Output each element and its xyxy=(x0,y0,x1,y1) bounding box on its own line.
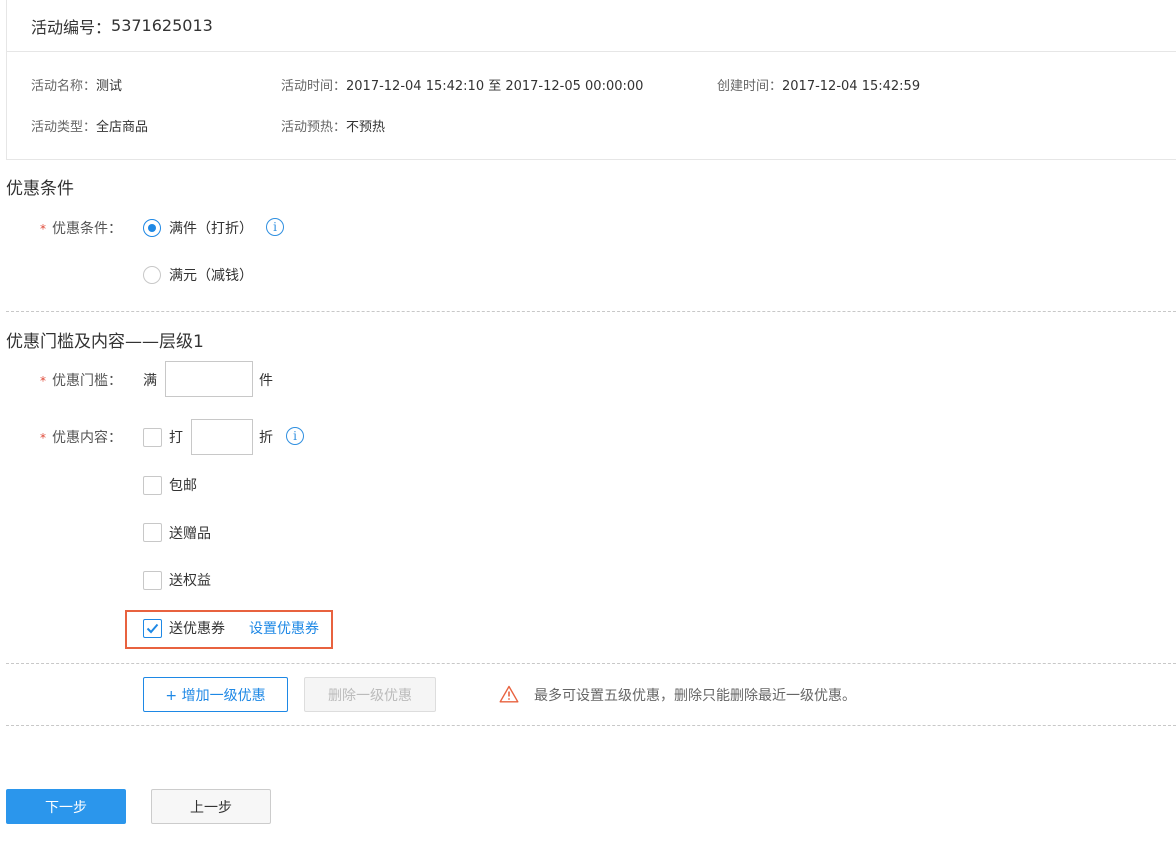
discount-input[interactable] xyxy=(191,419,253,455)
required-marker: * xyxy=(40,222,46,236)
conditions-section-title: 优惠条件 xyxy=(6,179,74,199)
radio-full-piece[interactable] xyxy=(143,219,161,237)
warning-icon xyxy=(499,685,519,703)
checkbox-discount[interactable] xyxy=(143,428,162,447)
required-marker: * xyxy=(40,374,46,388)
threshold-prefix: 满 xyxy=(143,373,157,389)
activity-preheat: 活动预热：不预热 xyxy=(281,120,386,135)
checkbox-free-shipping[interactable] xyxy=(143,476,162,495)
threshold-field-label: * 优惠门槛： xyxy=(40,373,122,389)
required-marker: * xyxy=(40,431,46,445)
activity-time-value: 2017-12-04 15:42:10 至 2017-12-05 00:00:0… xyxy=(346,79,644,94)
radio-full-piece-label[interactable]: 满件（打折） xyxy=(169,218,253,238)
prev-step-button[interactable]: 上一步 xyxy=(151,789,271,824)
next-step-button[interactable]: 下一步 xyxy=(6,789,126,824)
add-tier-button[interactable]: + 增加一级优惠 xyxy=(143,677,288,712)
threshold-suffix: 件 xyxy=(259,373,273,389)
threshold-input[interactable] xyxy=(165,361,253,397)
activity-info-card: 活动编号： 5371625013 活动名称：测试 活动时间：2017-12-04… xyxy=(6,0,1176,160)
info-icon[interactable]: i xyxy=(266,218,284,236)
activity-time: 活动时间：2017-12-04 15:42:10 至 2017-12-05 00… xyxy=(281,79,644,94)
activity-type: 活动类型：全店商品 xyxy=(31,120,149,135)
checkbox-benefit[interactable] xyxy=(143,571,162,590)
checkmark-icon xyxy=(146,623,159,634)
created-time-value: 2017-12-04 15:42:59 xyxy=(782,79,921,94)
checkbox-coupon[interactable] xyxy=(143,619,162,638)
free-shipping-label[interactable]: 包邮 xyxy=(169,475,197,495)
delete-tier-button[interactable]: 删除一级优惠 xyxy=(304,677,436,712)
set-coupon-link[interactable]: 设置优惠券 xyxy=(249,618,319,638)
gift-label[interactable]: 送赠品 xyxy=(169,523,211,543)
tier-section-title: 优惠门槛及内容——层级1 xyxy=(6,332,204,352)
activity-type-value: 全店商品 xyxy=(96,120,149,135)
conditions-field-label: * 优惠条件： xyxy=(40,221,122,237)
divider xyxy=(6,663,1176,664)
content-field-label: * 优惠内容： xyxy=(40,430,122,446)
activity-id-label: 活动编号： xyxy=(31,17,112,37)
activity-name: 活动名称：测试 xyxy=(31,79,123,94)
radio-full-amount-label[interactable]: 满元（减钱） xyxy=(169,265,253,285)
activity-name-value: 测试 xyxy=(96,79,123,94)
activity-id-header: 活动编号： 5371625013 xyxy=(7,0,1176,52)
benefit-label[interactable]: 送权益 xyxy=(169,570,211,590)
activity-preheat-value: 不预热 xyxy=(346,120,386,135)
created-time: 创建时间：2017-12-04 15:42:59 xyxy=(717,79,921,94)
activity-id-value: 5371625013 xyxy=(111,16,213,35)
divider xyxy=(6,311,1176,312)
radio-full-amount[interactable] xyxy=(143,266,161,284)
checkbox-gift[interactable] xyxy=(143,523,162,542)
tier-limit-warning: 最多可设置五级优惠，删除只能删除最近一级优惠。 xyxy=(534,688,856,704)
discount-prefix: 打 xyxy=(169,430,183,446)
divider xyxy=(6,725,1176,726)
info-icon[interactable]: i xyxy=(286,427,304,445)
coupon-label[interactable]: 送优惠券 xyxy=(169,618,225,638)
discount-suffix: 折 xyxy=(259,430,273,446)
